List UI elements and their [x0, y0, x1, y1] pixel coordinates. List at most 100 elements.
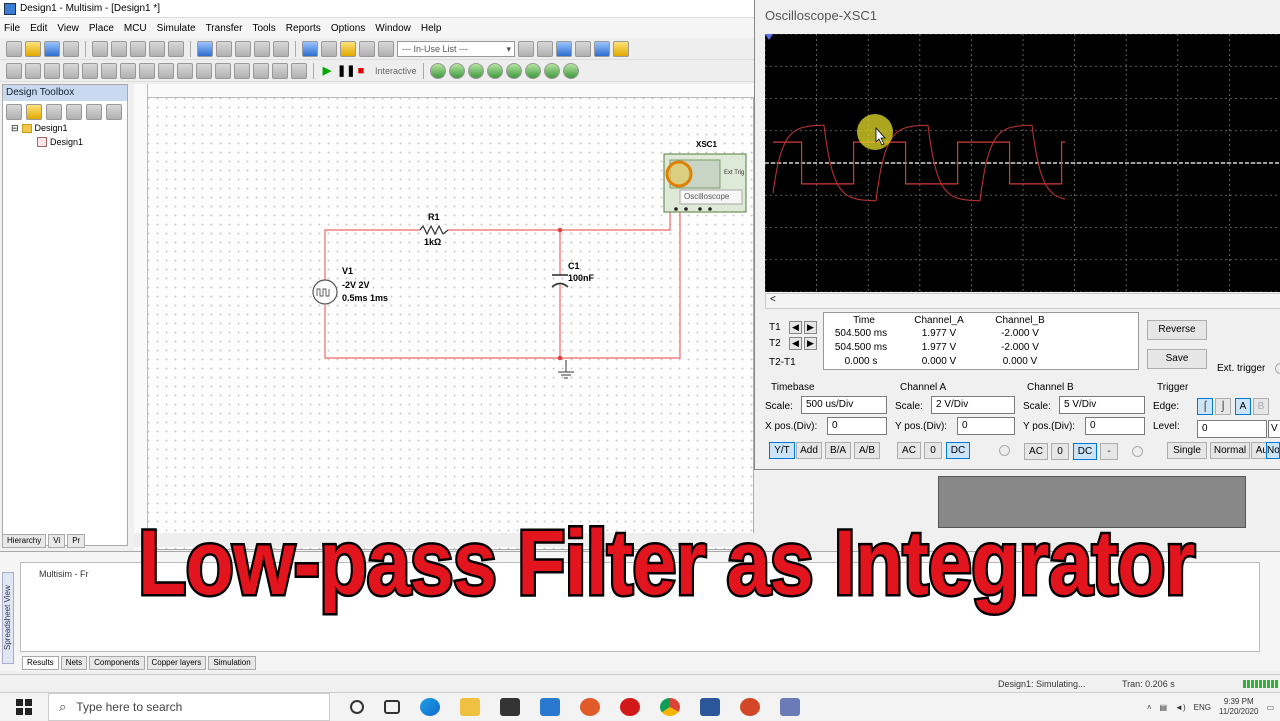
word-icon[interactable] — [700, 697, 720, 716]
channel-a-dc-button[interactable]: DC — [946, 442, 970, 459]
readout-header-time: Time — [853, 315, 875, 326]
tab-components[interactable]: Components — [89, 656, 145, 670]
channel-b-zero-button[interactable]: 0 — [1051, 443, 1069, 460]
channel-a-zero-button[interactable]: 0 — [924, 442, 942, 459]
t2-label: T2 — [769, 338, 781, 349]
store-icon[interactable] — [500, 697, 520, 716]
oscilloscope-title: Oscilloscope-XSC1 — [765, 8, 877, 23]
wires[interactable] — [324, 210, 681, 359]
spreadsheet-tabs: Results Nets Components Copper layers Si… — [22, 656, 256, 670]
cursor-highlight — [857, 114, 893, 150]
opera-icon[interactable] — [620, 697, 640, 716]
trigger-level-field[interactable]: 0 — [1197, 420, 1267, 438]
taskbar-search[interactable]: ⌕ Type here to search — [48, 692, 330, 721]
spreadsheet-side-label: Spreadsheet View — [2, 572, 14, 664]
language-indicator[interactable]: ENG — [1194, 703, 1211, 712]
timebase-xpos-field[interactable]: 0 — [827, 417, 887, 435]
trigger-level-unit[interactable]: V — [1268, 420, 1280, 438]
readout-dt-b: 0.000 V — [1002, 356, 1038, 367]
readout-t2-b: -2.000 V — [1001, 342, 1039, 353]
oscilloscope-scrollbar[interactable]: < — [765, 293, 1280, 309]
channel-b-terminal[interactable] — [1132, 446, 1143, 457]
media-icon[interactable] — [580, 697, 600, 716]
trigger-normal-button[interactable]: Normal — [1210, 442, 1250, 459]
timebase-xpos-label: X pos.(Div): — [765, 421, 818, 432]
file-explorer-icon[interactable] — [460, 697, 480, 716]
volume-icon[interactable]: ◄) — [1175, 703, 1186, 712]
spreadsheet-view: Spreadsheet View Multisim - Fr — [0, 551, 1280, 671]
mode-ba-button[interactable]: B/A — [825, 442, 851, 459]
oscilloscope-window: Oscilloscope-XSC1 < T1 ◀ ▶ T2 ◀ ▶ T2-T1 … — [754, 0, 1280, 470]
channel-a-scale-label: Scale: — [895, 401, 923, 412]
capacitor-ref: C1 — [568, 261, 580, 271]
tab-results[interactable]: Results — [22, 656, 59, 670]
edge-falling-icon[interactable]: ⌡ — [1215, 398, 1231, 415]
tab-simulation[interactable]: Simulation — [208, 656, 256, 670]
channel-a-ypos-field[interactable]: 0 — [957, 417, 1015, 435]
simulation-status: Design1: Simulating... — [998, 679, 1086, 689]
readout-t1-b: -2.000 V — [1001, 328, 1039, 339]
trigger-none-button[interactable]: No — [1266, 442, 1280, 459]
cursor-t1-marker[interactable] — [765, 34, 773, 40]
trigger-source-b[interactable]: B — [1253, 398, 1269, 415]
tray-chevron-icon[interactable]: ˄ — [1147, 703, 1152, 712]
scroll-left-icon[interactable]: < — [770, 294, 776, 305]
mode-yt-button[interactable]: Y/T — [769, 442, 795, 459]
multisim-taskbar-icon[interactable] — [780, 697, 800, 716]
channel-b-scale-field[interactable]: 5 V/Div — [1059, 396, 1145, 414]
chrome-icon[interactable] — [660, 697, 680, 716]
search-icon: ⌕ — [59, 698, 67, 714]
spreadsheet-grid[interactable]: Multisim - Fr — [20, 562, 1260, 652]
channel-a-scale-field[interactable]: 2 V/Div — [931, 396, 1015, 414]
powerpoint-icon[interactable] — [740, 697, 760, 716]
channel-a-terminal[interactable] — [999, 445, 1010, 456]
save-button[interactable]: Save — [1147, 349, 1207, 369]
ground-symbol[interactable] — [558, 360, 574, 379]
edge-icon[interactable] — [420, 697, 440, 716]
channel-b-ac-button[interactable]: AC — [1024, 443, 1048, 460]
clock-time: 9:39 PM — [1223, 697, 1254, 706]
channel-b-ypos-field[interactable]: 0 — [1085, 417, 1145, 435]
ext-trigger-terminal[interactable] — [1275, 363, 1280, 374]
readout-t2-a: 1.977 V — [921, 342, 957, 353]
tab-copper-layers[interactable]: Copper layers — [146, 656, 207, 670]
readout-table: Time Channel_A Channel_B 504.500 ms 1.97… — [823, 312, 1139, 370]
t1-right-icon[interactable]: ▶ — [804, 321, 817, 334]
cortana-icon[interactable] — [350, 699, 364, 714]
trigger-single-button[interactable]: Single — [1167, 442, 1207, 459]
channel-b-dc-button[interactable]: DC — [1073, 443, 1097, 460]
mode-ab-button[interactable]: A/B — [854, 442, 880, 459]
schematic-svg — [312, 153, 747, 379]
system-tray: ˄ ▤ ◄) ENG 9:39 PM 11/20/2020 ▭ — [1147, 693, 1274, 721]
ext-trigger-label: Ext. trigger — [1217, 363, 1266, 374]
edge-rising-icon[interactable]: ⌠ — [1197, 398, 1213, 415]
channel-a-ac-button[interactable]: AC — [897, 442, 921, 459]
resistor-symbol[interactable] — [419, 224, 449, 236]
notification-icon[interactable]: ▭ — [1266, 703, 1274, 712]
clock[interactable]: 9:39 PM 11/20/2020 — [1219, 697, 1258, 717]
trigger-edge-label: Edge: — [1153, 401, 1180, 412]
t1-label: T1 — [769, 322, 781, 333]
timebase-scale-field[interactable]: 500 us/Div — [801, 396, 887, 414]
t1-left-icon[interactable]: ◀ — [789, 321, 802, 334]
t2-right-icon[interactable]: ▶ — [804, 337, 817, 350]
trigger-title: Trigger — [1157, 382, 1189, 393]
readout-header-a: Channel_A — [914, 315, 964, 326]
scope-ext-trig: Ext Trig — [724, 170, 745, 176]
mail-icon[interactable] — [540, 697, 560, 716]
reverse-button[interactable]: Reverse — [1147, 320, 1207, 340]
channel-b-minus-button[interactable]: - — [1100, 443, 1118, 460]
scope-label: Oscilloscope — [684, 192, 730, 201]
network-icon[interactable]: ▤ — [1159, 703, 1167, 712]
t2-left-icon[interactable]: ◀ — [789, 337, 802, 350]
readout-t2-time: 504.500 ms — [834, 342, 888, 353]
tab-nets[interactable]: Nets — [60, 656, 88, 670]
timebase-title: Timebase — [771, 382, 815, 393]
simulation-progress — [1243, 680, 1278, 688]
task-view-icon[interactable] — [384, 699, 400, 714]
trigger-source-a[interactable]: A — [1235, 398, 1251, 415]
timebase-scale-label: Scale: — [765, 401, 793, 412]
status-bar: Design1: Simulating... Tran: 0.206 s — [0, 674, 1280, 692]
mode-add-button[interactable]: Add — [796, 442, 822, 459]
start-button[interactable] — [0, 698, 48, 715]
